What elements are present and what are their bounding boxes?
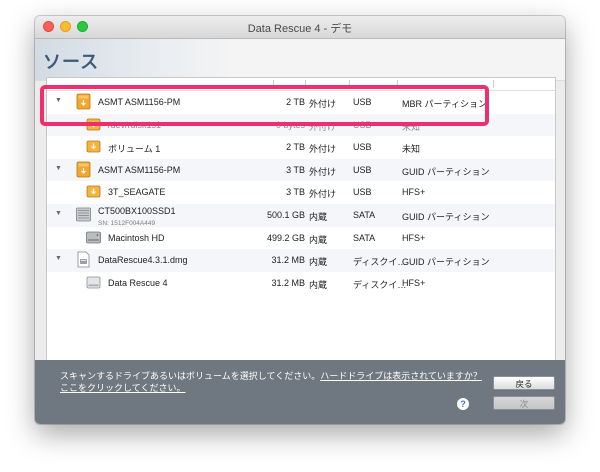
drive-format: GUID パーティション — [402, 166, 490, 177]
selection-highlight — [40, 85, 489, 126]
page-title: ソース — [43, 52, 100, 72]
disk-image-icon — [75, 251, 92, 268]
drive-size: 3 TB — [286, 164, 305, 175]
internal-drive-icon — [75, 206, 92, 223]
drive-location: 外付け — [309, 144, 337, 155]
drive-format: GUID パーティション — [402, 257, 490, 268]
drive-row[interactable]: Macintosh HD 499.2 GB 内蔵 SATA HFS+ — [47, 227, 555, 250]
drive-connection: USB — [353, 187, 372, 198]
disclosure-triangle-icon[interactable]: ▼ — [55, 165, 62, 172]
drive-name: DataRescue4.3.1.dmg — [98, 255, 188, 266]
drive-connection: USB — [353, 164, 372, 175]
drive-name: Data Rescue 4 — [108, 277, 168, 288]
external-drive-icon — [75, 161, 92, 178]
volume-icon — [85, 138, 102, 155]
drive-name: CT500BX100SSD1 — [98, 205, 176, 216]
drive-location: 内蔵 — [309, 211, 328, 222]
drive-name: ASMT ASM1156-PM — [98, 164, 181, 175]
drive-size: 499.2 GB — [266, 232, 305, 243]
help-icon[interactable]: ? — [457, 398, 469, 410]
drive-connection: SATA — [353, 209, 376, 220]
drive-location: 内蔵 — [309, 257, 328, 268]
drive-name: 3T_SEAGATE — [108, 187, 166, 198]
help-instruction: スキャンするドライブあるいはボリュームを選択してください。 — [60, 371, 321, 381]
drive-location: 外付け — [309, 166, 337, 177]
back-button[interactable]: 戻る — [493, 376, 555, 390]
drive-size: 3 TB — [286, 187, 305, 198]
drive-row[interactable]: Data Rescue 4 31.2 MB 内蔵 ディスクイ… HFS+ — [47, 272, 555, 295]
drive-name: Macintosh HD — [108, 232, 165, 243]
disclosure-triangle-icon[interactable]: ▼ — [55, 255, 62, 262]
drive-name: ボリューム 1 — [108, 144, 161, 155]
page-header: ソース — [35, 39, 565, 81]
drive-location: 外付け — [309, 189, 337, 200]
column-separator[interactable] — [493, 80, 494, 88]
mounted-volume-icon — [85, 274, 102, 291]
drive-format: HFS+ — [402, 232, 426, 243]
drive-row[interactable]: ▼ CT500BX100SSD1 SN: 1512F004A449 500.1 GB 内… — [47, 203, 555, 227]
next-button[interactable]: 次 — [493, 396, 555, 410]
drive-size: 31.2 MB — [271, 255, 305, 266]
drive-location: 内蔵 — [309, 234, 328, 245]
footer-bar: スキャンするドライブあるいはボリュームを選択してください。ハードドライブは表示さ… — [35, 360, 565, 424]
title-bar[interactable]: Data Rescue 4 - デモ — [35, 16, 565, 39]
drive-size: 31.2 MB — [271, 277, 305, 288]
drive-row[interactable]: ▼ DataRescue4.3.1.dmg 31.2 MB 内蔵 ディスクイ… GUID … — [47, 249, 555, 272]
drive-connection: SATA — [353, 232, 376, 243]
drive-connection: USB — [353, 142, 372, 153]
drive-connection: ディスクイ… — [353, 279, 407, 290]
window-title: Data Rescue 4 - デモ — [247, 23, 353, 35]
drive-format: GUID パーティション — [402, 211, 490, 222]
app-window: Data Rescue 4 - デモ ソース ▼ ASMT ASM1156-PM 2… — [35, 16, 565, 424]
help-message: スキャンするドライブあるいはボリュームを選択してください。ハードドライブは表示さ… — [60, 370, 485, 394]
disclosure-triangle-icon[interactable]: ▼ — [55, 210, 62, 217]
drive-format: HFS+ — [402, 277, 426, 288]
drive-format: HFS+ — [402, 187, 426, 198]
volume-icon — [85, 183, 102, 200]
drive-row[interactable]: ▼ ASMT ASM1156-PM 3 TB 外付け USB GUID パーティション — [47, 158, 555, 182]
drive-row[interactable]: 3T_SEAGATE 3 TB 外付け USB HFS+ — [47, 181, 555, 204]
drive-format: 未知 — [402, 144, 421, 155]
drive-location: 内蔵 — [309, 279, 328, 290]
drive-row[interactable]: ボリューム 1 2 TB 外付け USB 未知 — [47, 136, 555, 159]
drive-size: 2 TB — [286, 142, 305, 153]
drive-size: 500.1 GB — [266, 209, 305, 220]
drive-connection: ディスクイ… — [353, 257, 407, 268]
internal-volume-icon — [85, 229, 102, 246]
